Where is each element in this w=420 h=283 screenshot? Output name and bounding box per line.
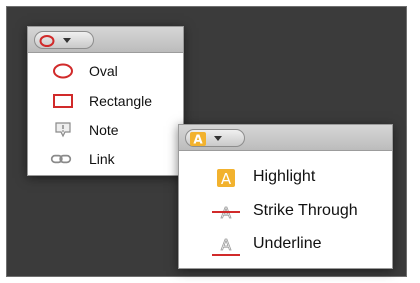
rectangle-icon: [53, 94, 73, 108]
strike-through-icon: A: [212, 204, 240, 222]
note-icon: [55, 122, 71, 138]
link-icon: [50, 154, 72, 164]
menu-item-label: Strike Through: [253, 202, 358, 219]
text-markup-popup-button[interactable]: A: [185, 129, 245, 147]
svg-text:A: A: [193, 133, 203, 147]
menu-item-link[interactable]: Link: [28, 148, 183, 170]
text-markup-menu: A A Highlight A Strike Through A Underli…: [178, 124, 393, 269]
menu-item-underline[interactable]: A Underline: [179, 234, 392, 256]
shapes-toolbar: [28, 27, 183, 53]
menu-item-label: Highlight: [253, 168, 316, 185]
highlight-icon: A: [217, 169, 235, 188]
menu-item-label: Note: [89, 122, 119, 138]
menu-item-strike-through[interactable]: A Strike Through: [179, 201, 392, 223]
menu-item-label: Link: [89, 151, 115, 167]
menu-item-oval[interactable]: Oval: [28, 60, 183, 82]
shapes-menu: Oval Rectangle Note Link: [27, 26, 184, 176]
menu-item-highlight[interactable]: A Highlight: [179, 167, 392, 189]
text-markup-toolbar: A: [179, 125, 392, 151]
menu-item-label: Underline: [253, 235, 322, 252]
svg-text:A: A: [221, 236, 232, 254]
underline-icon: A: [212, 236, 240, 256]
highlight-icon: A: [190, 132, 206, 146]
chevron-down-icon: [63, 38, 71, 43]
chevron-down-icon: [214, 136, 222, 141]
svg-text:A: A: [221, 170, 232, 188]
menu-item-rectangle[interactable]: Rectangle: [28, 90, 183, 112]
menu-item-label: Oval: [89, 63, 118, 79]
menu-item-label: Rectangle: [89, 93, 153, 109]
menu-item-note[interactable]: Note: [28, 119, 183, 141]
oval-icon: [39, 35, 55, 47]
shapes-popup-button[interactable]: [34, 31, 94, 49]
oval-icon: [53, 63, 73, 79]
